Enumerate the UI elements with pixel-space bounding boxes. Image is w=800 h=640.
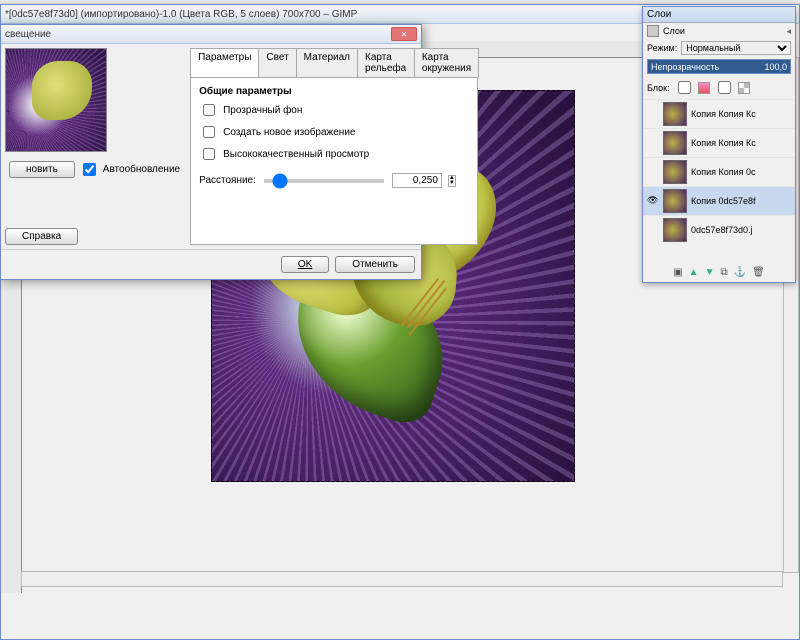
layer-name[interactable]: Копия Копия Кс	[691, 138, 756, 148]
layers-tab-label: Слои	[663, 26, 685, 36]
auto-update-checkbox[interactable]	[83, 163, 96, 176]
tab-material[interactable]: Материал	[296, 48, 358, 77]
visibility-icon[interactable]	[647, 166, 659, 178]
opacity-value: 100,0	[764, 62, 787, 72]
new-image-checkbox[interactable]	[203, 126, 215, 138]
distance-label: Расстояние:	[199, 175, 256, 186]
spinner-down-icon[interactable]: ▼	[449, 181, 455, 186]
distance-value-input[interactable]	[392, 173, 442, 188]
layers-toolbar: ▣ ▲ ▼ ⧉ ⚓ 🗑	[647, 267, 791, 278]
update-preview-button[interactable]: новить	[9, 161, 75, 178]
blend-mode-select[interactable]: Нормальный	[681, 41, 791, 55]
dialog-titlebar[interactable]: свещение ✕	[1, 25, 421, 44]
layer-name[interactable]: 0dc57e8f73d0.j	[691, 225, 753, 235]
visibility-icon[interactable]	[647, 108, 659, 120]
layer-thumbnail[interactable]	[663, 160, 687, 184]
window-title: *[0dc57e8f73d0] (импортировано)-1.0 (Цве…	[5, 9, 357, 20]
layer-name[interactable]: Копия 0dc57e8f	[691, 196, 756, 206]
lighting-dialog: свещение ✕ новить Автообновление Справка…	[0, 24, 422, 280]
lock-label: Блок:	[647, 83, 670, 93]
hq-preview-label: Высококачественный просмотр	[223, 149, 369, 160]
cancel-button[interactable]: Отменить	[335, 256, 415, 273]
visibility-icon[interactable]	[647, 224, 659, 236]
visibility-icon[interactable]: 👁	[647, 195, 659, 207]
delete-layer-icon[interactable]: 🗑	[752, 267, 765, 278]
tab-panel-parameters: Общие параметры Прозрачный фон Создать н…	[190, 77, 478, 245]
auto-update-label: Автообновление	[103, 164, 180, 175]
layer-name[interactable]: Копия Копия 0с	[691, 167, 756, 177]
layer-thumbnail[interactable]	[663, 189, 687, 213]
new-image-label: Создать новое изображение	[223, 127, 355, 138]
tab-parameters[interactable]: Параметры	[190, 48, 259, 77]
raise-layer-icon[interactable]: ▲	[689, 267, 699, 278]
section-header: Общие параметры	[199, 86, 292, 97]
visibility-icon[interactable]	[647, 137, 659, 149]
scrollbar-horizontal[interactable]	[21, 571, 783, 587]
layers-titlebar[interactable]: Слои	[643, 7, 795, 23]
layer-thumbnail[interactable]	[663, 218, 687, 242]
lock-pixels-checkbox[interactable]	[678, 81, 691, 94]
lock-alpha-icon[interactable]	[738, 82, 750, 94]
tab-light[interactable]: Свет	[258, 48, 296, 77]
distance-slider[interactable]	[264, 179, 384, 183]
effect-preview[interactable]	[5, 48, 107, 152]
dialog-close-button[interactable]: ✕	[391, 27, 417, 41]
transparent-bg-label: Прозрачный фон	[223, 105, 302, 116]
lock-paint-icon[interactable]	[698, 82, 710, 94]
layers-tab-icon[interactable]	[647, 25, 659, 37]
ok-button[interactable]: OK	[281, 256, 329, 273]
new-layer-icon[interactable]: ▣	[673, 267, 682, 278]
dialog-title: свещение	[5, 29, 51, 40]
layer-thumbnail[interactable]	[663, 131, 687, 155]
layer-name[interactable]: Копия Копия Кс	[691, 109, 756, 119]
help-button[interactable]: Справка	[5, 228, 78, 245]
lock-alpha-checkbox[interactable]	[718, 81, 731, 94]
dialog-tabs: Параметры Свет Материал Карта рельефа Ка…	[190, 48, 478, 77]
opacity-label: Непрозрачность	[651, 62, 719, 72]
hq-preview-checkbox[interactable]	[203, 148, 215, 160]
opacity-slider[interactable]: Непрозрачность 100,0	[647, 59, 791, 74]
layers-dock: Слои Слои ◂ Режим: Нормальный Непрозрачн…	[642, 6, 796, 283]
tab-envmap[interactable]: Карта окружения	[414, 48, 479, 77]
anchor-layer-icon[interactable]: ⚓	[734, 267, 746, 278]
tab-bumpmap[interactable]: Карта рельефа	[357, 48, 415, 77]
dock-menu-icon[interactable]: ◂	[786, 26, 791, 37]
mode-label: Режим:	[647, 43, 677, 53]
transparent-bg-checkbox[interactable]	[203, 104, 215, 116]
lower-layer-icon[interactable]: ▼	[705, 267, 715, 278]
layer-thumbnail[interactable]	[663, 102, 687, 126]
duplicate-layer-icon[interactable]: ⧉	[720, 267, 727, 278]
layers-title-text: Слои	[647, 9, 671, 20]
